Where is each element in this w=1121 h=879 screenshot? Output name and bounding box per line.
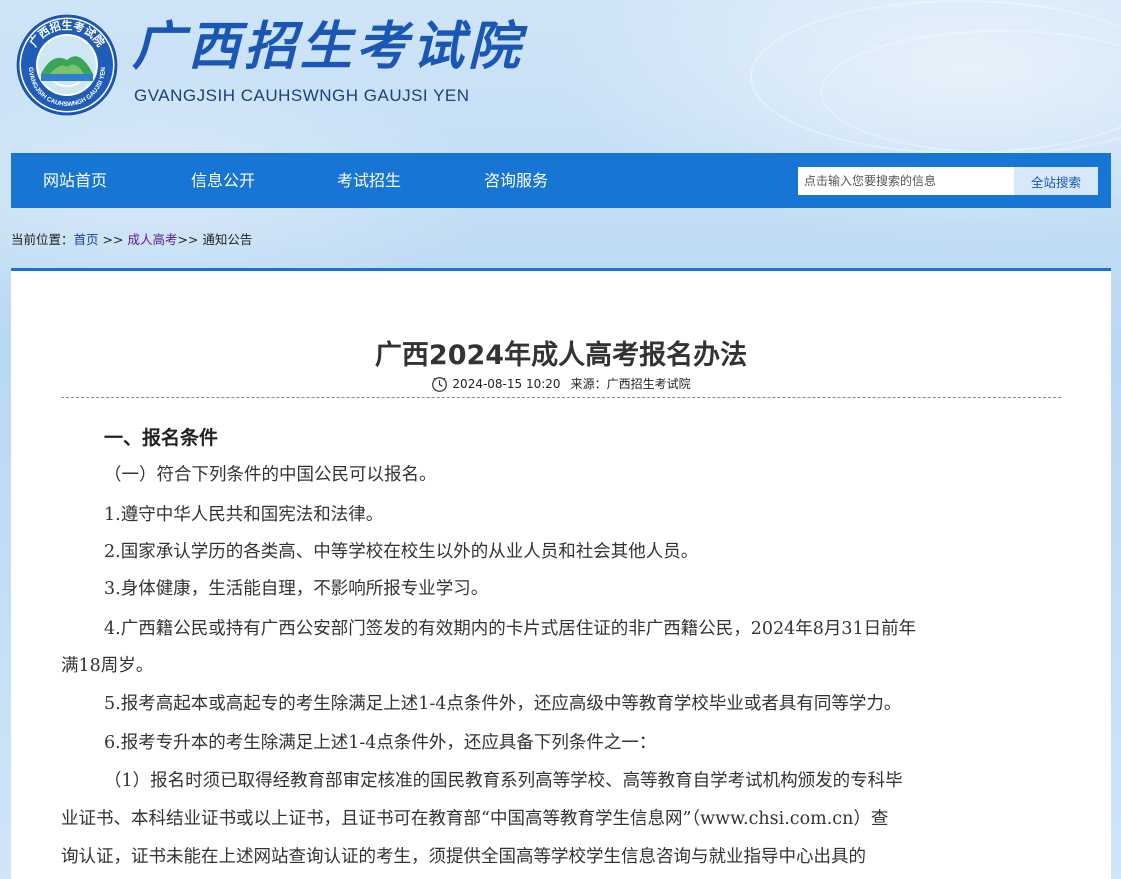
article-date: 2024-08-15 10:20	[452, 377, 561, 391]
paragraph: 1.遵守中华人民共和国宪法和法律。	[104, 505, 384, 525]
article-panel: 广西2024年成人高考报名办法 2024-08-15 10:20 来源：广西招生考…	[11, 268, 1111, 879]
breadcrumb: 当前位置：首页 >> 成人高考>> 通知公告	[11, 229, 252, 248]
section-heading: 一、报名条件	[104, 427, 219, 449]
main-nav: 网站首页 信息公开 考试招生 咨询服务 全站搜索	[11, 153, 1111, 208]
breadcrumb-separator: >>	[177, 232, 203, 247]
nav-item-consulting[interactable]: 咨询服务	[484, 153, 548, 208]
site-title-cn: 广西招生考试院	[132, 16, 525, 77]
site-title-en: GVANGJSIH CAUHSWNGH GAUJSI YEN	[134, 86, 470, 105]
paragraph: 5.报考高起本或高起专的考生除满足上述1-4点条件外，还应高级中等教育学校毕业或…	[104, 694, 902, 714]
breadcrumb-adult-exam-link[interactable]: 成人高考	[127, 232, 177, 247]
breadcrumb-prefix: 当前位置：	[11, 232, 74, 247]
site-header: 广西招生考试院 GVANGJSIH CAUHSWNGH GAUJSI YEN 广…	[0, 0, 1121, 150]
paragraph-continuation: 询认证，证书未能在上述网站查询认证的考生，须提供全国高等学校学生信息咨询与就业指…	[61, 847, 866, 867]
paragraph-continuation: 满18周岁。	[61, 656, 154, 676]
paragraph: 4.广西籍公民或持有广西公安部门签发的有效期内的卡片式居住证的非广西籍公民，20…	[104, 619, 917, 639]
breadcrumb-separator: >>	[98, 232, 128, 247]
paragraph: 3.身体健康，生活能自理，不影响所报专业学习。	[104, 579, 489, 599]
site-logo[interactable]: 广西招生考试院 GVANGJSIH CAUHSWNGH GAUJSI YEN	[14, 12, 120, 118]
nav-item-home[interactable]: 网站首页	[43, 153, 107, 208]
nav-item-info-disclosure[interactable]: 信息公开	[191, 153, 255, 208]
paragraph: （一）符合下列条件的中国公民可以报名。	[104, 465, 437, 485]
paragraph: 6.报考专升本的考生除满足上述1-4点条件外，还应具备下列条件之一：	[104, 733, 657, 753]
paragraph: 2.国家承认学历的各类高、中等学校在校生以外的从业人员和社会其他人员。	[104, 542, 699, 562]
title-divider	[61, 397, 1061, 398]
nav-item-exam-enrollment[interactable]: 考试招生	[337, 153, 401, 208]
paragraph-continuation: 业证书、本科结业证书或以上证书，且证书可在教育部“中国高等教育学生信息网”（ww…	[61, 809, 889, 829]
search-box: 全站搜索	[798, 167, 1098, 195]
site-search-button[interactable]: 全站搜索	[1014, 167, 1098, 195]
article-source: 来源：广西招生考试院	[570, 377, 691, 391]
search-input[interactable]	[798, 167, 1012, 195]
breadcrumb-home-link[interactable]: 首页	[74, 232, 99, 247]
clock-icon	[432, 377, 448, 392]
article-meta: 2024-08-15 10:20 来源：广西招生考试院	[11, 375, 1111, 393]
logo-emblem-icon: 广西招生考试院 GVANGJSIH CAUHSWNGH GAUJSI YEN	[16, 14, 118, 116]
paragraph: （1）报名时须已取得经教育部审定核准的国民教育系列高等学校、高等教育自学考试机构…	[104, 771, 903, 791]
breadcrumb-current: 通知公告	[202, 232, 253, 247]
article-title: 广西2024年成人高考报名办法	[374, 340, 748, 371]
